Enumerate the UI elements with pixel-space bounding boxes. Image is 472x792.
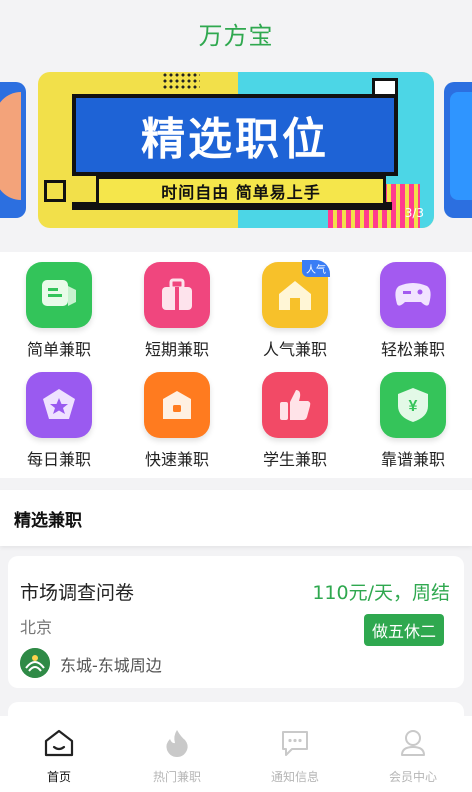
bottom-tab-bar: 首页 热门兼职 通知信息 会员中心	[0, 716, 472, 792]
category-short-term[interactable]: 短期兼职	[118, 254, 236, 362]
category-grid: 简单兼职 短期兼职 人气 人气兼职 轻松兼职 每日兼职 快速兼职 学生兼职 ¥ …	[0, 252, 472, 478]
job-card[interactable]: 市场调查问卷 110元/天，周结 北京 做五休二 东城-东城周边	[8, 556, 464, 688]
category-label: 短期兼职	[144, 340, 209, 359]
shield-yen-icon: ¥	[380, 372, 446, 438]
home-icon: 人气	[262, 260, 330, 328]
category-label: 学生兼职	[262, 450, 327, 469]
section-title: 精选兼职	[14, 510, 82, 531]
job-schedule-tag: 做五休二	[363, 614, 444, 646]
tab-member-center[interactable]: 会员中心	[354, 716, 472, 792]
banner-pager: 3/3	[404, 206, 424, 220]
category-label: 靠谱兼职	[380, 450, 445, 469]
bag-icon	[144, 262, 210, 328]
job-location: 东城-东城周边	[60, 656, 162, 675]
user-icon	[396, 726, 430, 760]
category-label: 每日兼职	[26, 450, 91, 469]
category-simple[interactable]: 简单兼职	[0, 254, 118, 362]
tab-label: 会员中心	[388, 770, 437, 784]
banner-slide[interactable]: 精选职位 时间自由 简单易上手 3/3	[38, 72, 434, 228]
thumbs-up-icon	[262, 372, 328, 438]
category-label: 人气兼职	[262, 340, 327, 359]
category-reliable[interactable]: ¥ 靠谱兼职	[354, 364, 472, 472]
previous-banner-peek[interactable]	[0, 82, 26, 218]
category-label: 快速兼职	[144, 450, 209, 469]
job-city: 北京	[20, 618, 53, 637]
chat-icon	[26, 262, 92, 328]
category-label: 轻松兼职	[380, 340, 445, 359]
tab-home[interactable]: 首页	[0, 716, 118, 792]
popular-badge: 人气	[302, 260, 330, 277]
gamepad-icon	[380, 262, 446, 328]
banner-subline-panel: 时间自由 简单易上手	[96, 176, 386, 206]
job-salary: 110元/天，周结	[312, 582, 450, 604]
box-icon	[144, 372, 210, 438]
category-fast[interactable]: 快速兼职	[118, 364, 236, 472]
job-title: 市场调查问卷	[20, 582, 135, 604]
section-header: 精选兼职	[0, 490, 472, 546]
banner-carousel[interactable]: 精选职位 时间自由 简单易上手 3/3	[0, 72, 472, 228]
banner-subline: 时间自由 简单易上手	[161, 183, 321, 202]
category-student[interactable]: 学生兼职	[236, 364, 354, 472]
app-screen: 万方宝 精选职位 时间自由 简单易上手 3/3 简单兼职 短期兼职 人气 人气兼…	[0, 0, 472, 792]
star-pentagon-icon	[26, 372, 92, 438]
flame-icon	[160, 726, 194, 760]
category-daily[interactable]: 每日兼职	[0, 364, 118, 472]
tab-hot-jobs[interactable]: 热门兼职	[118, 716, 236, 792]
top-bar: 万方宝	[0, 0, 472, 66]
tab-label: 通知信息	[270, 770, 319, 784]
category-popular[interactable]: 人气 人气兼职	[236, 254, 354, 362]
company-logo	[20, 648, 50, 678]
category-easy[interactable]: 轻松兼职	[354, 254, 472, 362]
tab-notifications[interactable]: 通知信息	[236, 716, 354, 792]
next-banner-peek[interactable]	[444, 82, 472, 218]
message-icon	[278, 726, 312, 760]
tab-label: 首页	[46, 770, 71, 784]
banner-headline: 精选职位	[141, 114, 329, 165]
app-title: 万方宝	[198, 21, 274, 50]
tab-label: 热门兼职	[152, 770, 201, 784]
svg-text:¥: ¥	[409, 398, 418, 415]
banner-headline-panel: 精选职位	[72, 94, 398, 176]
home-outline-icon	[42, 726, 76, 760]
category-label: 简单兼职	[26, 340, 91, 359]
